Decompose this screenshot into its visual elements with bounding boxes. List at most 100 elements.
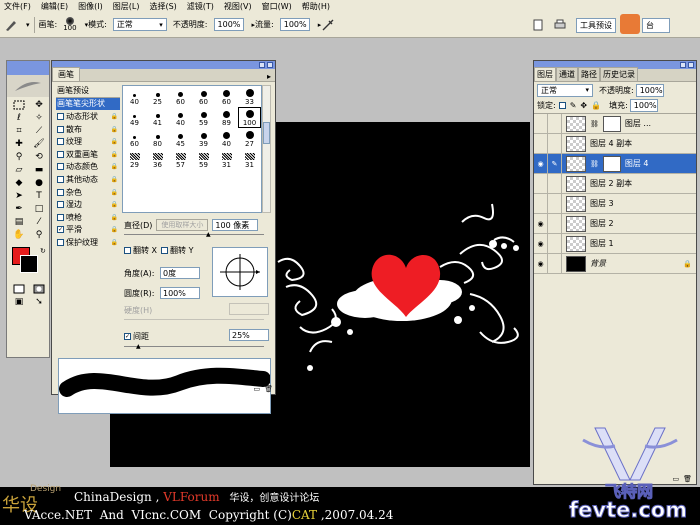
clone-stamp-icon[interactable]: ⚲ xyxy=(10,151,28,163)
flip-y-checkbox[interactable] xyxy=(161,247,169,254)
eyedropper-tool-icon[interactable]: ⁄ xyxy=(30,216,48,228)
brush-preset[interactable]: 40 xyxy=(169,107,192,128)
airbrush-icon[interactable] xyxy=(321,18,335,32)
lock-icon[interactable]: 🔒 xyxy=(111,138,118,145)
standard-mode-icon[interactable] xyxy=(10,283,28,295)
layer-thumbnail[interactable] xyxy=(566,155,586,172)
opacity-input[interactable]: 100% xyxy=(213,18,244,31)
background-color-swatch[interactable] xyxy=(20,255,38,273)
visibility-eye-icon[interactable] xyxy=(534,133,548,154)
brush-tool-icon[interactable] xyxy=(4,18,18,32)
lock-image-icon[interactable]: ✎ xyxy=(570,101,577,110)
menu-item[interactable]: 帮助(H) xyxy=(302,1,330,12)
layer-row[interactable]: 图层 3 xyxy=(534,193,696,214)
healing-brush-icon[interactable]: ✚ xyxy=(10,138,28,150)
menu-item[interactable]: 窗口(W) xyxy=(262,1,292,12)
brush-preset[interactable]: 40 xyxy=(215,128,238,149)
flow-input[interactable]: 100% xyxy=(279,18,310,31)
notes-tool-icon[interactable]: ▤ xyxy=(10,216,28,228)
layers-tab[interactable]: 图层 xyxy=(534,67,556,81)
move-tool-icon[interactable]: ✥ xyxy=(30,99,48,111)
layer-link-icon[interactable] xyxy=(548,113,562,134)
eraser-tool-icon[interactable]: ▱ xyxy=(10,164,28,176)
panel-menu-icon[interactable]: ▸ xyxy=(267,72,271,81)
menu-item[interactable]: 文件(F) xyxy=(4,1,31,12)
brush-setting-item[interactable]: 湿边 🔒 xyxy=(56,198,120,211)
lock-icon[interactable]: 🔒 xyxy=(111,214,118,221)
file-browser-icon[interactable] xyxy=(531,18,545,32)
new-brush-icon[interactable]: ▭ xyxy=(253,385,260,393)
setting-checkbox[interactable] xyxy=(57,150,64,158)
slider-thumb-icon[interactable]: ▲ xyxy=(136,343,141,350)
blur-tool-icon[interactable]: ◆ xyxy=(10,177,28,189)
mask-chain-icon[interactable]: ⛓ xyxy=(590,120,599,128)
layer-mask-thumbnail[interactable] xyxy=(602,115,621,132)
layer-thumbnail[interactable] xyxy=(566,115,586,132)
layer-thumbnail[interactable] xyxy=(566,255,586,272)
angle-input[interactable]: 0度 xyxy=(160,267,200,279)
spacing-input[interactable]: 25% xyxy=(229,329,269,341)
quick-mask-icon[interactable] xyxy=(30,283,48,295)
dodge-tool-icon[interactable]: ● xyxy=(30,177,48,189)
brush-setting-item[interactable]: 喷枪 🔒 xyxy=(56,211,120,224)
lock-icon[interactable]: 🔒 xyxy=(111,163,118,170)
brush-preset[interactable]: 60 xyxy=(123,128,146,149)
layer-link-icon[interactable] xyxy=(548,233,562,254)
brush-preset[interactable]: 25 xyxy=(146,86,169,107)
brush-preset[interactable]: 39 xyxy=(192,128,215,149)
lock-transparency-checkbox[interactable] xyxy=(558,102,566,109)
diameter-input[interactable]: 100 像素 xyxy=(212,219,259,231)
lock-icon[interactable]: 🔒 xyxy=(111,239,118,246)
lock-icon[interactable]: 🔒 xyxy=(111,151,118,158)
brush-preset[interactable]: 40 xyxy=(123,86,146,107)
visibility-eye-icon[interactable] xyxy=(534,113,548,134)
layer-row[interactable]: ◉ 图层 1 xyxy=(534,233,696,254)
brush-preset[interactable]: 57 xyxy=(169,149,192,170)
layer-link-icon[interactable] xyxy=(548,253,562,274)
layer-row[interactable]: 图层 2 副本 xyxy=(534,173,696,194)
trash-icon[interactable]: 🗑 xyxy=(264,385,273,393)
layer-thumbnail[interactable] xyxy=(566,215,586,232)
brush-setting-item[interactable]: 动态颜色 🔒 xyxy=(56,161,120,174)
fill-input[interactable]: 100% xyxy=(629,99,658,112)
brushes-panel-title-bar[interactable] xyxy=(52,61,275,69)
setting-checkbox[interactable] xyxy=(57,201,64,209)
layer-link-icon[interactable]: ✎ xyxy=(548,153,562,174)
palette-well-tab[interactable]: 台 xyxy=(642,18,670,33)
layer-row[interactable]: 图层 4 副本 xyxy=(534,133,696,154)
menu-item[interactable]: 图像(I) xyxy=(78,1,103,12)
layer-thumbnail[interactable] xyxy=(566,195,586,212)
menu-item[interactable]: 滤镜(T) xyxy=(187,1,214,12)
gradient-tool-icon[interactable]: ▬ xyxy=(30,164,48,176)
brush-setting-item[interactable]: 散布 🔒 xyxy=(56,123,120,136)
history-brush-icon[interactable]: ⟲ xyxy=(30,151,48,163)
lock-icon[interactable]: 🔒 xyxy=(111,189,118,196)
layer-thumbnail[interactable] xyxy=(566,175,586,192)
layer-row[interactable]: ◉ 背景 🔒 xyxy=(534,253,696,274)
visibility-eye-icon[interactable] xyxy=(534,173,548,194)
close-icon[interactable] xyxy=(688,62,694,68)
brush-setting-item[interactable]: 杂色 🔒 xyxy=(56,186,120,199)
brush-setting-item[interactable]: 其他动态 🔒 xyxy=(56,173,120,186)
layer-thumbnail[interactable] xyxy=(566,235,586,252)
brush-preset[interactable]: 89 xyxy=(215,107,238,128)
brush-setting-item[interactable]: ✓ 平滑 🔒 xyxy=(56,224,120,237)
mask-chain-icon[interactable]: ⛓ xyxy=(590,160,599,168)
brush-setting-item[interactable]: 保护纹理 🔒 xyxy=(56,236,120,249)
brush-preset[interactable]: 59 xyxy=(192,149,215,170)
brush-preset[interactable]: 100 xyxy=(238,107,261,128)
visibility-eye-icon[interactable]: ◉ xyxy=(534,213,548,234)
zoom-tool-icon[interactable]: ⚲ xyxy=(30,229,48,241)
brush-preset[interactable]: 45 xyxy=(169,128,192,149)
brush-preset[interactable]: 60 xyxy=(215,86,238,107)
brush-setting-item[interactable]: 画笔预设 xyxy=(56,85,120,98)
visibility-eye-icon[interactable] xyxy=(534,193,548,214)
setting-checkbox[interactable] xyxy=(57,138,64,146)
visibility-eye-icon[interactable]: ◉ xyxy=(534,153,548,174)
brush-preset[interactable]: 60 xyxy=(192,86,215,107)
lock-position-icon[interactable]: ✥ xyxy=(580,101,587,110)
brush-preset[interactable]: 36 xyxy=(146,149,169,170)
tool-presets-button[interactable]: 工具预设 xyxy=(576,18,616,33)
layer-row[interactable]: ⛓ 图层 ... xyxy=(534,113,696,134)
hand-tool-icon[interactable]: ✋ xyxy=(10,229,28,241)
